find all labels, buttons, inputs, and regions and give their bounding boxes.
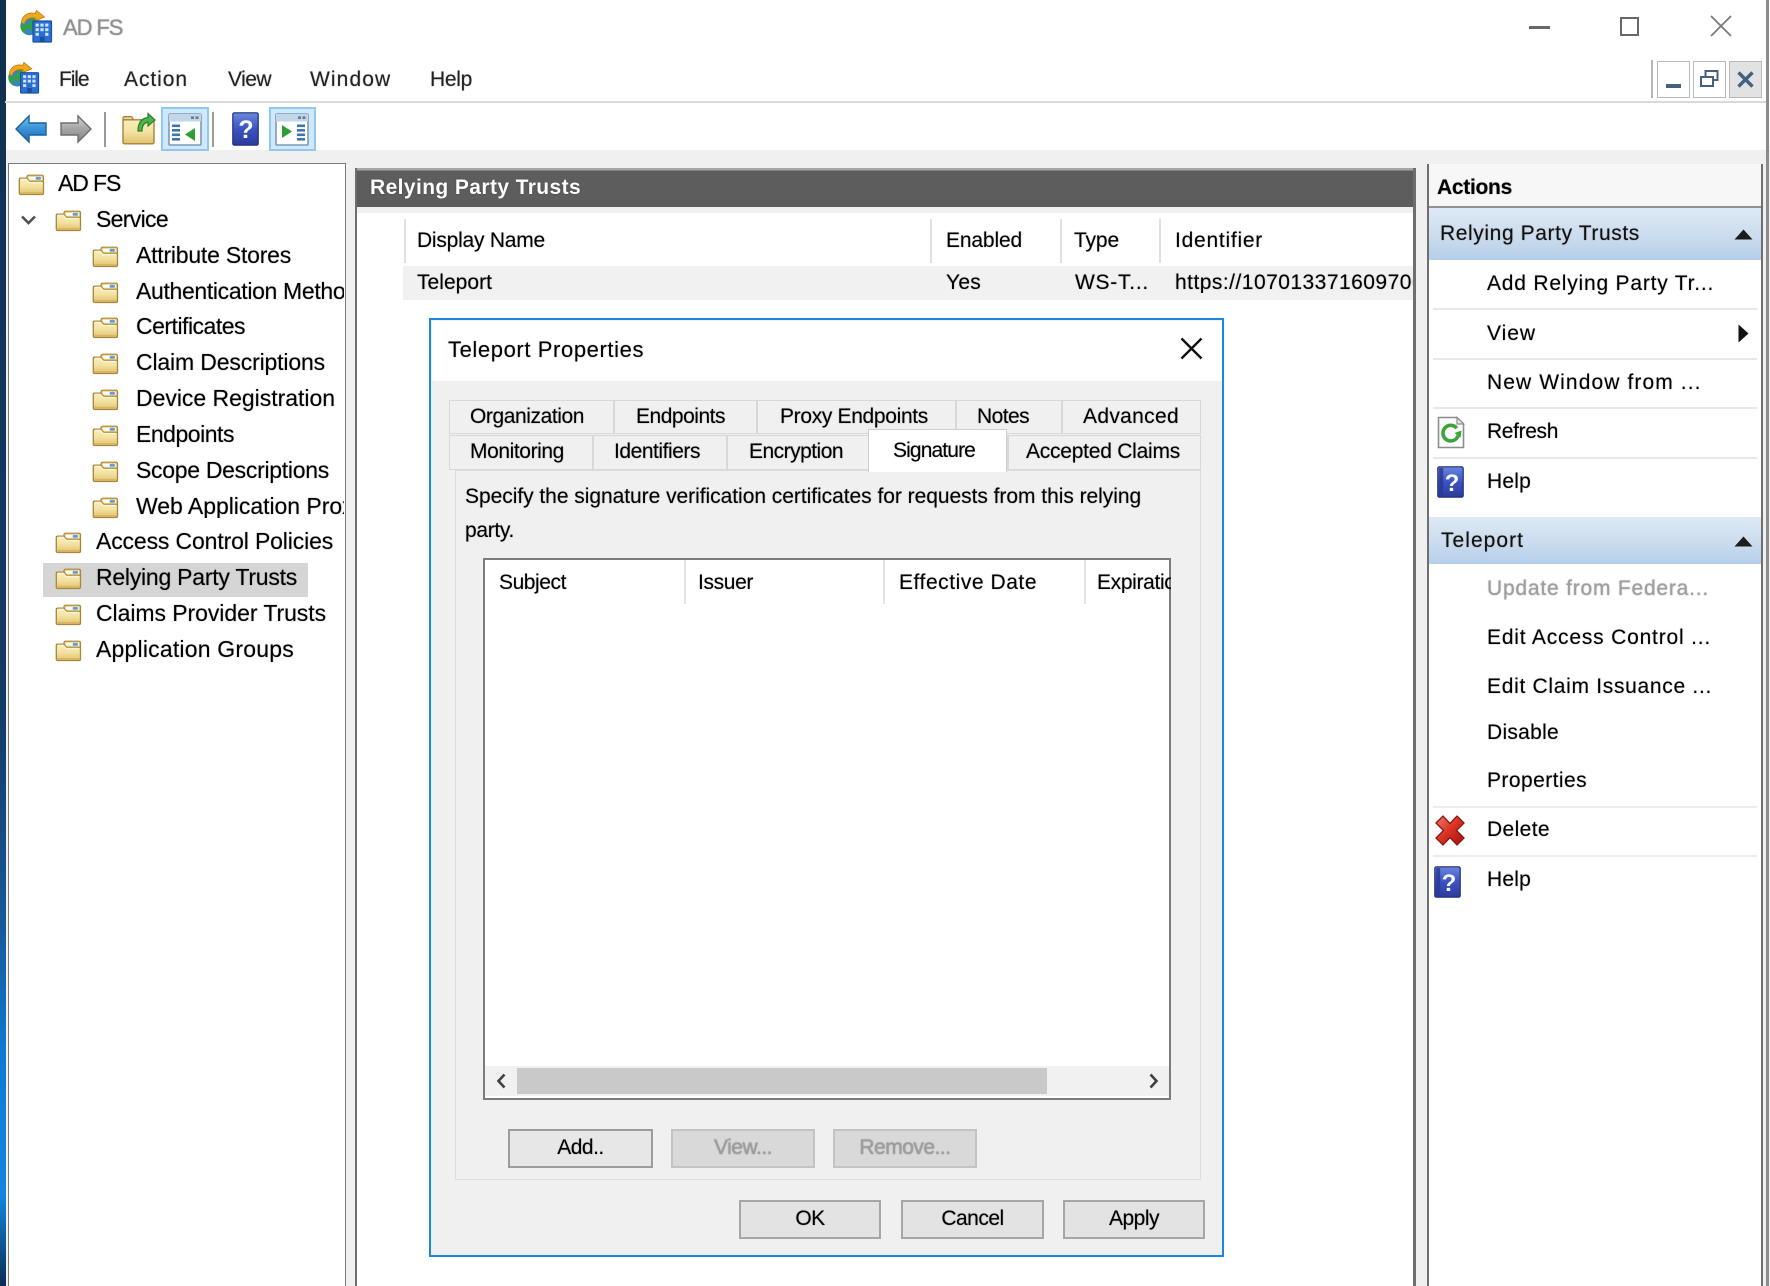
svg-text:?: ? — [238, 116, 253, 144]
